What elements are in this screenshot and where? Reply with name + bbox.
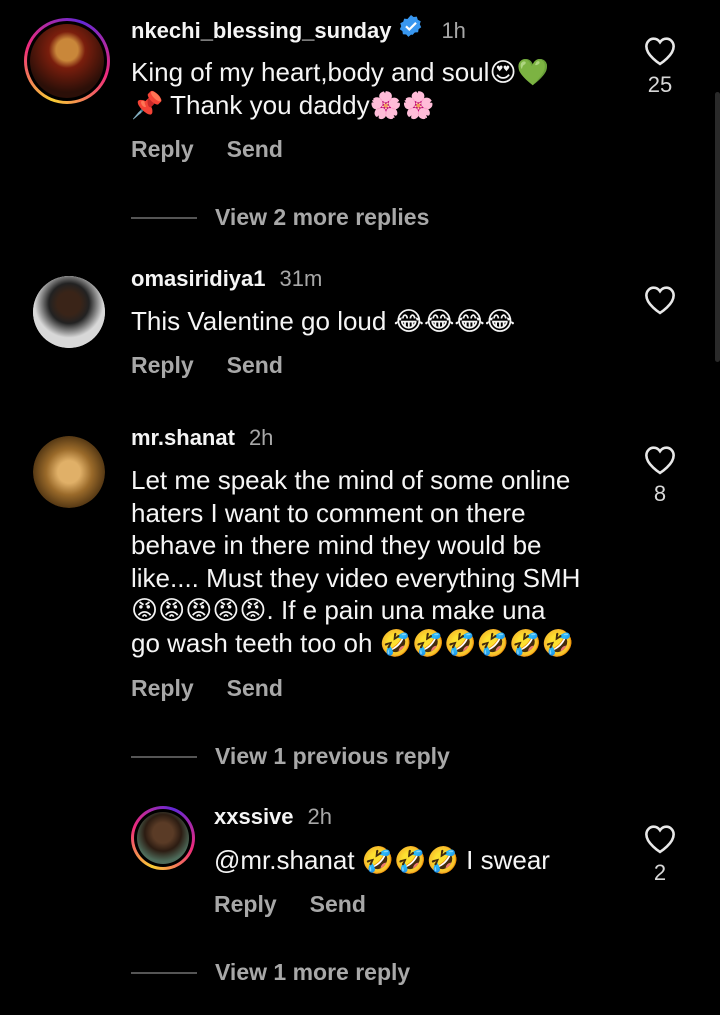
view-previous-label[interactable]: View 1 previous reply: [215, 743, 450, 770]
like-count: 2: [653, 860, 667, 885]
heart-icon: [645, 37, 675, 66]
view-more-label[interactable]: View 2 more replies: [215, 204, 429, 231]
comment-text-line: 😡😡😡😡😡. If e pain una make una: [131, 595, 546, 625]
comment-text-line: Let me speak the mind of some online: [131, 465, 571, 495]
view-more-replies[interactable]: View 2 more replies: [131, 204, 429, 231]
send-button[interactable]: Send: [227, 136, 283, 163]
divider: [131, 216, 197, 219]
avatar[interactable]: [33, 276, 105, 348]
comment-text: @mr.shanat 🤣🤣🤣 I swear: [214, 845, 550, 875]
username[interactable]: mr.shanat: [131, 425, 235, 451]
comment-text-line: behave in there mind they would be: [131, 530, 542, 560]
like-button[interactable]: [640, 285, 680, 321]
comment-text-line: go wash teeth too oh 🤣🤣🤣🤣🤣🤣: [131, 627, 574, 658]
heart-icon: [645, 286, 675, 315]
reply-button[interactable]: Reply: [131, 352, 194, 379]
send-button[interactable]: Send: [310, 891, 366, 918]
reply-button[interactable]: Reply: [131, 136, 194, 163]
view-more-label[interactable]: View 1 more reply: [215, 959, 410, 986]
timestamp: 31m: [279, 266, 323, 291]
divider: [131, 755, 197, 758]
username[interactable]: omasiridiya1: [131, 266, 266, 292]
comment-text-line: like.... Must they video everything SMH: [131, 562, 581, 593]
comment-text: This Valentine go loud 😂😂😂😂: [131, 306, 516, 336]
comment-text-line: King of my heart,body and soul😍💚: [131, 57, 549, 87]
like-button[interactable]: 25: [640, 36, 680, 98]
reply-button[interactable]: Reply: [214, 891, 277, 918]
like-button[interactable]: 2: [640, 824, 680, 886]
comment-text-line: 📌 Thank you daddy🌸🌸: [131, 89, 435, 120]
timestamp: 2h: [248, 425, 274, 450]
view-more-replies[interactable]: View 1 more reply: [131, 959, 410, 986]
username[interactable]: xxssive: [214, 804, 294, 830]
like-count: 25: [647, 72, 673, 97]
send-button[interactable]: Send: [227, 352, 283, 379]
comment-text: King of my heart,body and soul😍💚 📌 Thank…: [131, 56, 621, 121]
reply-button[interactable]: Reply: [131, 675, 194, 702]
divider: [131, 971, 197, 974]
avatar[interactable]: [131, 806, 195, 870]
verified-icon: [400, 15, 422, 37]
comment-text: Let me speak the mind of some online hat…: [131, 464, 621, 659]
avatar[interactable]: [24, 18, 110, 104]
heart-icon: [645, 825, 675, 854]
heart-icon: [645, 446, 675, 475]
avatar[interactable]: [33, 436, 105, 508]
username[interactable]: nkechi_blessing_sunday: [131, 18, 391, 44]
timestamp: 1h: [441, 18, 466, 43]
send-button[interactable]: Send: [227, 675, 283, 702]
like-count: 8: [653, 481, 667, 506]
view-previous-reply[interactable]: View 1 previous reply: [131, 743, 450, 770]
scrollbar[interactable]: [715, 92, 720, 362]
comment-text-line: haters I want to comment on there: [131, 497, 526, 528]
like-button[interactable]: 8: [640, 445, 680, 507]
timestamp: 2h: [307, 804, 333, 829]
